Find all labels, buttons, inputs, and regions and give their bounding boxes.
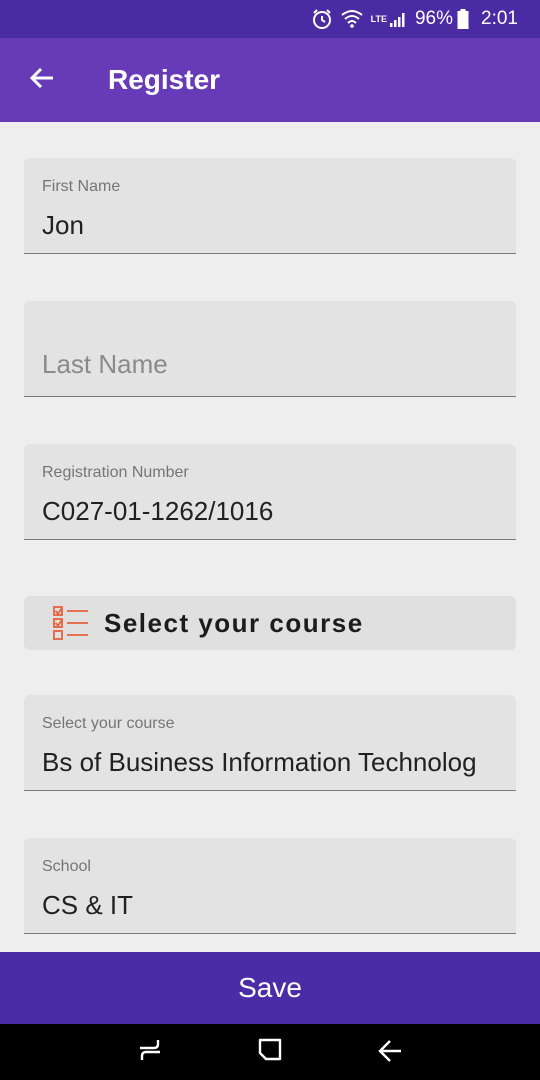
last-name-placeholder: Last Name <box>42 349 168 379</box>
course-label: Select your course <box>42 715 175 732</box>
clock: 2:01 <box>481 8 518 29</box>
save-label: Save <box>238 972 302 1003</box>
recents-icon <box>137 1037 163 1068</box>
first-name-label: First Name <box>42 178 121 195</box>
registration-number-label: Registration Number <box>42 464 189 481</box>
wifi-icon <box>341 9 363 29</box>
school-field[interactable]: School CS & IT <box>24 838 516 934</box>
network-type: LTE <box>370 14 387 24</box>
school-value: CS & IT <box>42 890 134 920</box>
select-course-label: Select your course <box>104 607 364 638</box>
alarm-icon <box>311 8 333 30</box>
status-bar: LTE 96% 2:01 <box>0 0 540 38</box>
course-value: Bs of Business Information Technolog <box>42 747 477 777</box>
last-name-field[interactable]: Last Name <box>24 301 516 397</box>
app-bar: Register <box>0 38 540 122</box>
battery-icon <box>457 9 469 29</box>
back-arrow-icon <box>29 65 55 96</box>
registration-number-value: C027-01-1262/1016 <box>42 496 274 526</box>
back-nav-button[interactable] <box>360 1024 420 1080</box>
recents-button[interactable] <box>120 1024 180 1080</box>
checklist-icon <box>52 604 90 642</box>
signal-icon: LTE <box>371 10 407 28</box>
battery-percent: 96% <box>414 8 454 29</box>
back-nav-icon <box>377 1037 403 1068</box>
register-form: First Name Jon Last Name Registration Nu… <box>0 122 540 952</box>
first-name-field[interactable]: First Name Jon <box>24 158 516 254</box>
school-label: School <box>42 858 91 875</box>
save-button[interactable]: Save <box>0 952 540 1024</box>
home-button[interactable] <box>240 1024 300 1080</box>
registration-number-field[interactable]: Registration Number C027-01-1262/1016 <box>24 444 516 540</box>
system-nav-bar <box>0 1024 540 1080</box>
back-button[interactable] <box>0 38 84 122</box>
home-icon <box>257 1037 283 1068</box>
page-title: Register <box>108 64 221 95</box>
select-course-button[interactable]: Select your course <box>24 596 516 650</box>
course-field[interactable]: Select your course Bs of Business Inform… <box>24 695 516 791</box>
first-name-value: Jon <box>42 210 84 240</box>
